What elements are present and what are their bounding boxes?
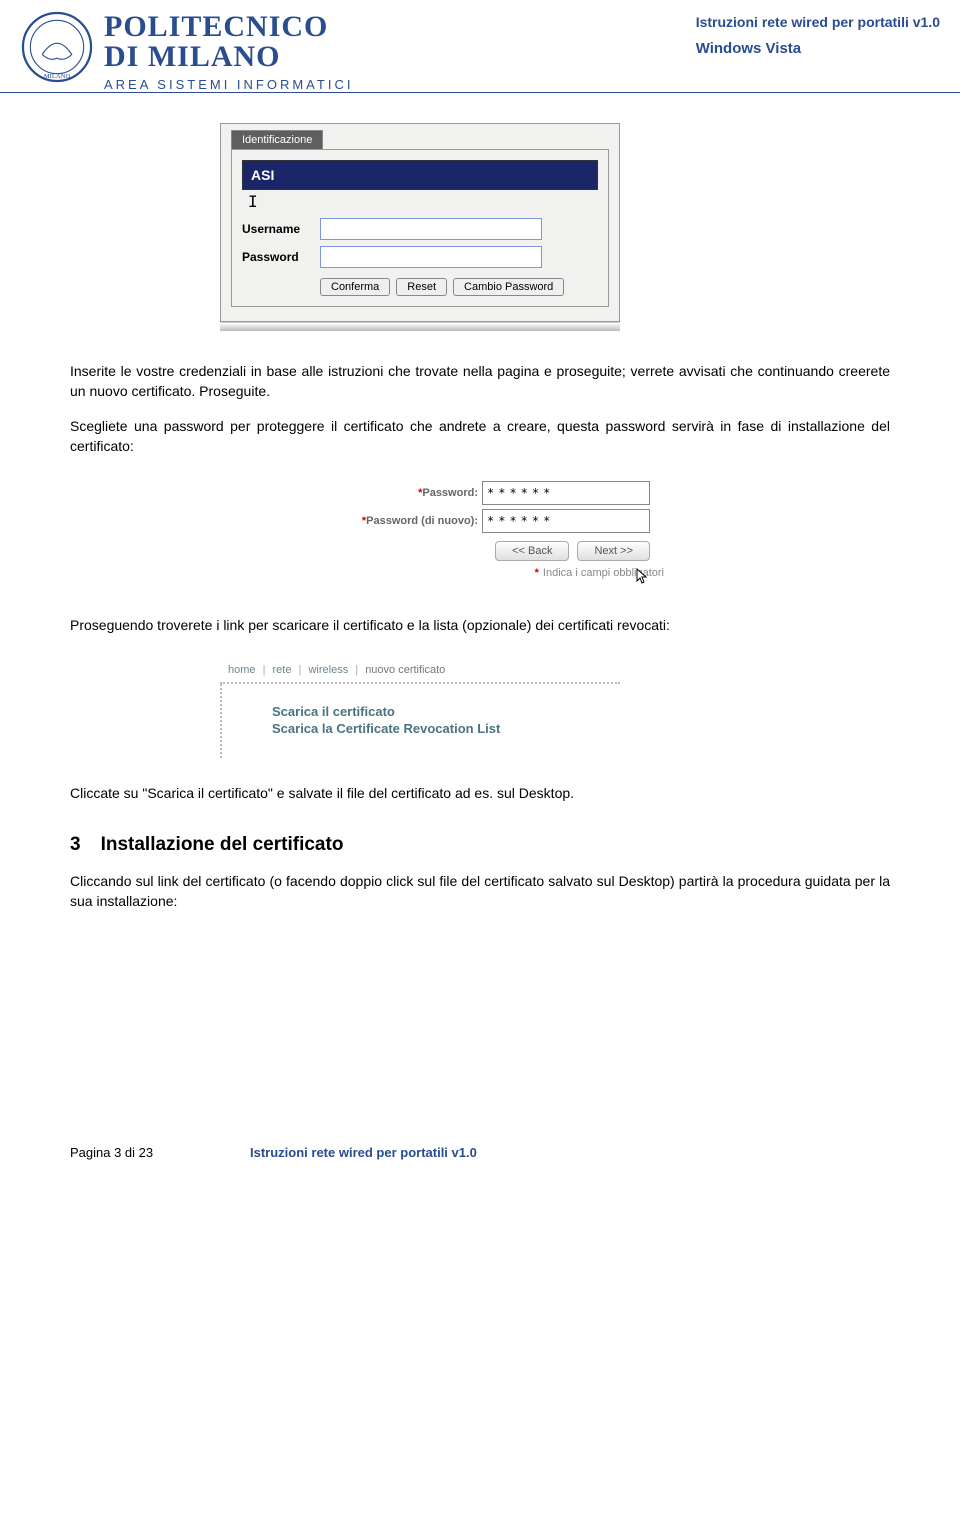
institution-name-line1: POLITECNICO: [104, 10, 353, 44]
section-heading: 3 Installazione del certificato: [70, 834, 890, 856]
paragraph-4: Cliccate su "Scarica il certificato" e s…: [70, 783, 890, 803]
confirm-button[interactable]: Conferma: [320, 278, 390, 296]
page-footer: Pagina 3 di 23 Istruzioni rete wired per…: [0, 925, 960, 1180]
password-input[interactable]: [320, 246, 542, 268]
next-button[interactable]: Next >>: [577, 541, 650, 561]
footer-title: Istruzioni rete wired per portatili v1.0: [250, 1145, 477, 1160]
doc-title: Istruzioni rete wired per portatili v1.0: [696, 14, 940, 30]
identificazione-tab[interactable]: Identificazione: [231, 130, 323, 149]
back-button[interactable]: << Back: [495, 541, 569, 561]
crumb-current: nuovo certificato: [365, 664, 445, 676]
cert-password-input[interactable]: [482, 481, 650, 505]
page-number: Pagina 3 di 23: [70, 1145, 250, 1160]
login-screenshot: Identificazione ASI I Username Password …: [220, 123, 620, 331]
change-password-button[interactable]: Cambio Password: [453, 278, 564, 296]
institution-logo-block: MILANO POLITECNICO DI MILANO AREA SISTEM…: [20, 10, 353, 92]
doc-subtitle: Windows Vista: [696, 40, 940, 57]
breadcrumb: home | rete | wireless | nuovo certifica…: [220, 660, 620, 684]
download-crl-link[interactable]: Scarica la Certificate Revocation List: [272, 721, 620, 736]
paragraph-2: Scegliete una password per proteggere il…: [70, 416, 890, 457]
paragraph-3: Proseguendo troverete i link per scarica…: [70, 615, 890, 635]
password-screenshot: * Password: * Password (di nuovo): << Ba…: [220, 481, 650, 590]
paragraph-5: Cliccando sul link del certificato (o fa…: [70, 871, 890, 912]
crumb-home[interactable]: home: [228, 664, 256, 676]
asi-bar: ASI: [242, 160, 598, 190]
download-certificate-link[interactable]: Scarica il certificato: [272, 704, 620, 719]
reset-button[interactable]: Reset: [396, 278, 447, 296]
institution-name-line2: DI MILANO: [104, 40, 353, 74]
section-title: Installazione del certificato: [101, 834, 344, 855]
section-number: 3: [70, 834, 81, 855]
paragraph-1: Inserite le vostre credenziali in base a…: [70, 361, 890, 402]
crumb-wireless[interactable]: wireless: [308, 664, 348, 676]
password-label: Password: [242, 250, 320, 264]
username-input[interactable]: [320, 218, 542, 240]
cursor-arrow-icon: [634, 567, 650, 590]
cert-password-repeat-input[interactable]: [482, 509, 650, 533]
svg-text:MILANO: MILANO: [44, 73, 71, 80]
username-label: Username: [242, 222, 320, 236]
crumb-rete[interactable]: rete: [273, 664, 292, 676]
download-links-screenshot: home | rete | wireless | nuovo certifica…: [220, 660, 620, 758]
cert-password-label: Password:: [422, 487, 478, 499]
text-caret-icon: I: [242, 190, 598, 212]
cert-password-repeat-label: Password (di nuovo):: [366, 515, 478, 527]
required-asterisk: *: [535, 567, 539, 590]
asi-label: AREA SISTEMI INFORMATICI: [104, 77, 353, 92]
document-header: MILANO POLITECNICO DI MILANO AREA SISTEM…: [0, 0, 960, 93]
polimi-seal-icon: MILANO: [20, 10, 94, 84]
